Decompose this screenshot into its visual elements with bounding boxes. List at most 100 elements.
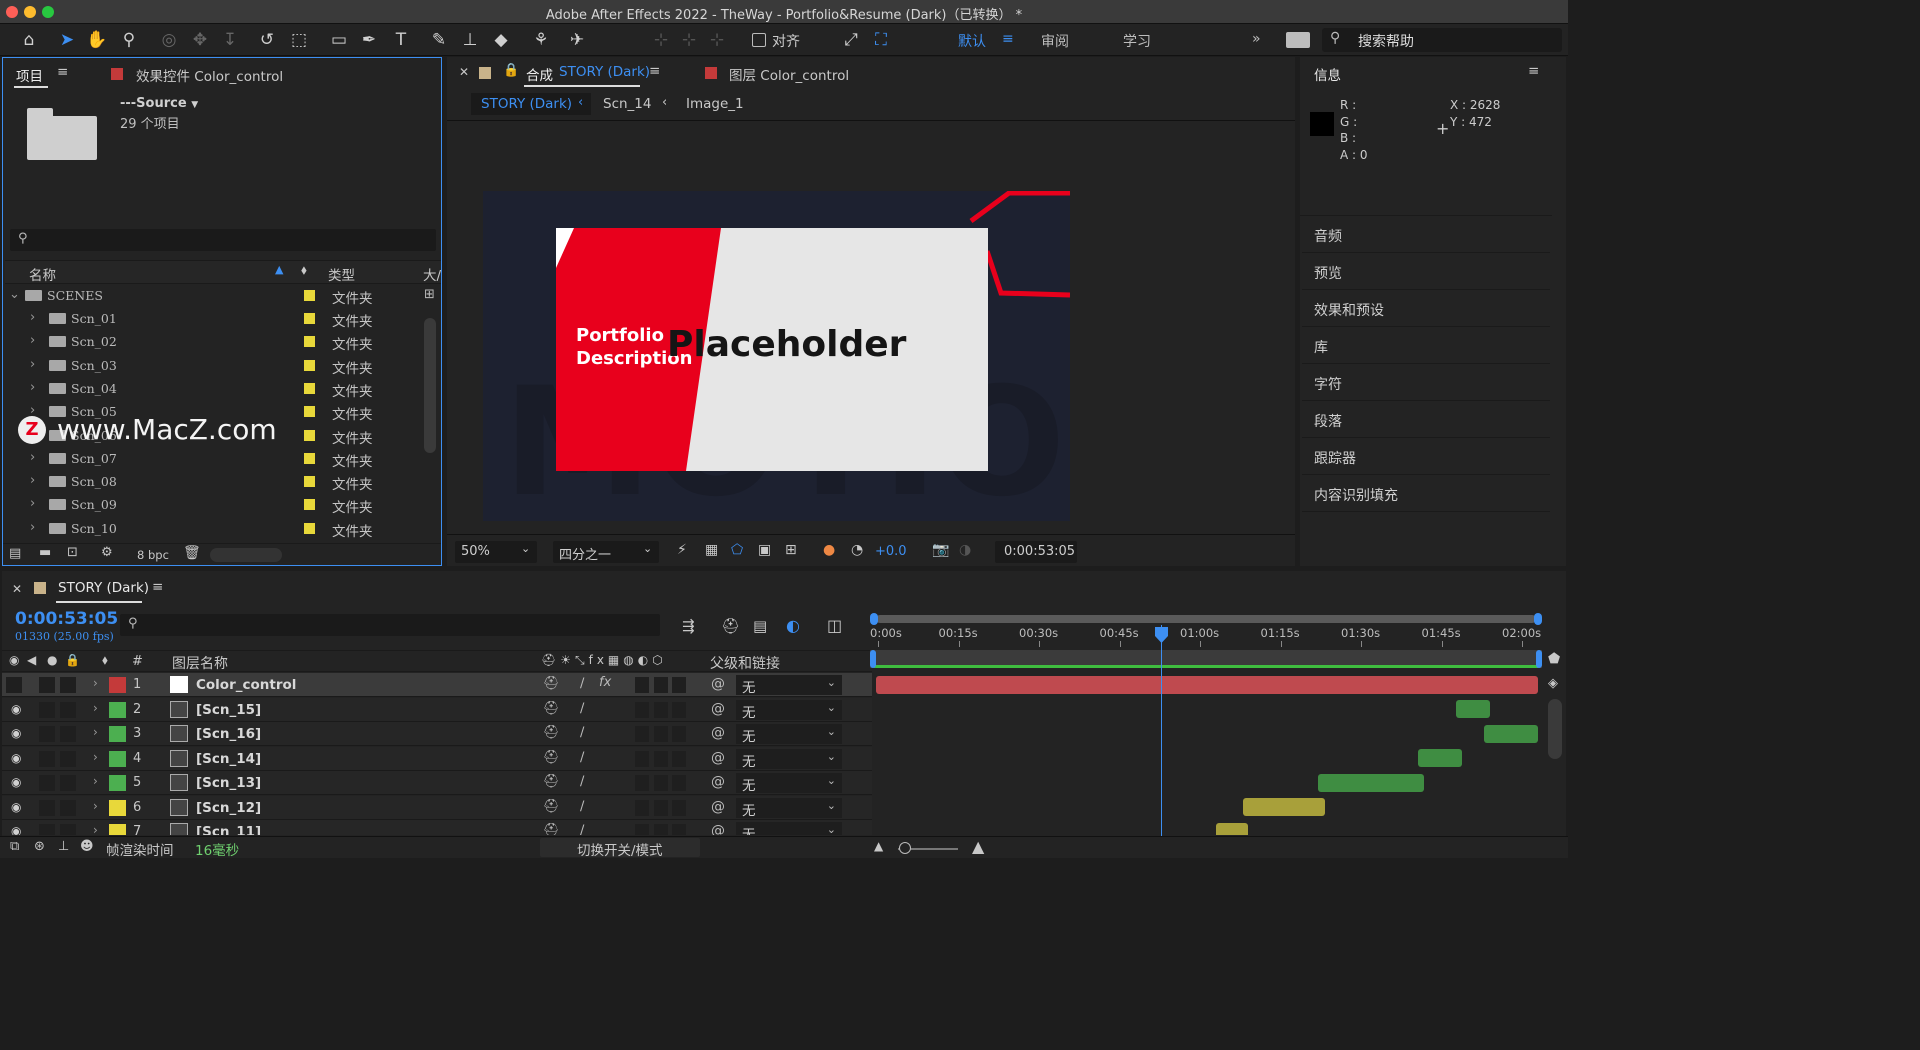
render-time-icon[interactable]: ☻ xyxy=(80,839,94,854)
dolly-camera-icon[interactable]: ↧ xyxy=(219,29,241,51)
comp-mini-flowchart-icon[interactable]: ⇶ xyxy=(682,617,695,635)
interpret-footage-icon[interactable]: ▤ xyxy=(9,546,21,561)
layer-label-color[interactable] xyxy=(109,726,126,742)
exposure-value[interactable]: +0.0 xyxy=(875,544,907,559)
anchor-tool-icon[interactable]: ⬚ xyxy=(288,29,310,51)
pick-whip-icon[interactable]: @ xyxy=(711,676,725,692)
axis-local-icon[interactable]: ⊹ xyxy=(650,29,672,51)
switch-box[interactable] xyxy=(654,677,668,693)
layer-bar-3[interactable] xyxy=(1484,725,1538,743)
work-area-start-handle[interactable] xyxy=(870,613,878,625)
switch-box[interactable] xyxy=(60,775,76,791)
pick-whip-icon[interactable]: @ xyxy=(711,823,725,835)
switch-box[interactable] xyxy=(672,701,686,718)
rotate-tool-icon[interactable]: ↺ xyxy=(256,29,278,51)
panel-section-7[interactable]: 内容识别填充 xyxy=(1302,476,1550,512)
eraser-tool-icon[interactable]: ◆ xyxy=(490,29,512,51)
new-composition-icon[interactable]: ⊡ xyxy=(67,545,78,560)
layer-label-color[interactable] xyxy=(109,750,126,767)
navigator-end-handle[interactable] xyxy=(1536,650,1542,668)
panel-section-6[interactable]: 跟踪器 xyxy=(1302,439,1550,475)
switch-box[interactable] xyxy=(672,750,686,767)
switch-box[interactable] xyxy=(635,701,649,718)
puppet-pin-icon[interactable]: ✈ xyxy=(566,29,588,51)
new-folder-icon[interactable]: ▬ xyxy=(39,545,51,560)
chevron-right-icon[interactable]: › xyxy=(93,750,98,764)
mask-visibility-icon[interactable]: ⬠ xyxy=(731,542,743,558)
shy-switch-icon[interactable]: ⛑ xyxy=(543,799,560,814)
workspace-learn[interactable]: 学习 xyxy=(1123,31,1151,51)
layer-bar-4[interactable] xyxy=(1418,749,1462,767)
thumbnail-size-slider[interactable] xyxy=(210,548,282,562)
layer-name[interactable]: [Scn_15] xyxy=(196,702,261,718)
project-row-scn_07[interactable]: › Scn_07 文件夹 xyxy=(7,447,439,470)
resolution-select[interactable]: 四分之一 ⌄ xyxy=(553,541,659,563)
switch-box[interactable] xyxy=(60,701,76,718)
layer-bar-1[interactable] xyxy=(876,676,1538,694)
switch-box[interactable] xyxy=(39,701,55,718)
switch-box[interactable] xyxy=(635,726,649,742)
switch-box[interactable] xyxy=(39,824,55,835)
chevron-right-icon[interactable]: › xyxy=(30,333,35,348)
parent-dropdown[interactable]: 无 ⌄ xyxy=(736,699,842,721)
navigator-bar[interactable] xyxy=(870,650,1542,668)
eye-icon[interactable]: ◉ xyxy=(11,702,21,716)
switch-box[interactable] xyxy=(635,824,649,835)
quality-switch-icon[interactable]: ∕ xyxy=(580,725,584,740)
layer-name[interactable]: Color_control xyxy=(196,677,296,693)
col-name[interactable]: 名称 xyxy=(29,264,56,284)
snap-options-icon[interactable]: ⤢ xyxy=(840,29,862,51)
orbit-camera-icon[interactable]: ◎ xyxy=(158,29,180,51)
switch-box[interactable] xyxy=(635,799,649,816)
timeline-layer-row[interactable]: ◉ › 5 [Scn_13] ⛑ ∕ @ 无 ⌄ xyxy=(2,771,872,795)
switch-box[interactable] xyxy=(654,750,668,767)
timeline-tab[interactable]: STORY (Dark) xyxy=(58,580,149,596)
close-tab-icon[interactable]: ✕ xyxy=(12,582,22,596)
roto-brush-icon[interactable]: ⚘ xyxy=(530,29,552,51)
layer-label-color[interactable] xyxy=(109,701,126,718)
source-name[interactable]: ---Source ▼ xyxy=(120,96,198,111)
eye-icon[interactable]: ◉ xyxy=(11,726,21,740)
parent-dropdown[interactable]: 无 ⌄ xyxy=(736,822,842,835)
breadcrumb-image1[interactable]: Image_1 xyxy=(686,96,744,112)
panel-menu-icon[interactable]: ≡ xyxy=(1528,63,1539,79)
tab-layer[interactable]: 图层 Color_control xyxy=(729,64,849,84)
layer-options-icon[interactable]: ⧉ xyxy=(10,839,19,854)
switch-box[interactable] xyxy=(39,799,55,816)
pick-whip-icon[interactable]: @ xyxy=(711,774,725,790)
axis-world-icon[interactable]: ⊹ xyxy=(678,29,700,51)
shy-switch-icon[interactable]: ⛑ xyxy=(543,676,560,691)
project-scrollbar[interactable] xyxy=(424,318,436,453)
mask-options-icon[interactable]: ⊛ xyxy=(34,839,45,854)
panel-menu-icon[interactable]: ≡ xyxy=(152,579,163,595)
chevron-right-icon[interactable]: › xyxy=(30,357,35,372)
timeline-layer-row[interactable]: ◉ › 2 [Scn_15] ⛑ ∕ @ 无 ⌄ xyxy=(2,697,872,722)
col-layer-name[interactable]: 图层名称 xyxy=(172,653,228,673)
panel-section-5[interactable]: 段落 xyxy=(1302,402,1550,438)
zoom-select[interactable]: 50% ⌄ xyxy=(455,541,537,563)
comp-marker-bin-icon[interactable]: ⬟ xyxy=(1548,651,1560,667)
switch-box[interactable] xyxy=(654,726,668,742)
comp-button-icon[interactable]: ◈ xyxy=(1548,676,1558,691)
video-toggle-off[interactable] xyxy=(6,677,22,693)
eye-icon[interactable]: ◉ xyxy=(11,751,21,765)
home-icon[interactable]: ⌂ xyxy=(18,29,40,51)
layer-name[interactable]: [Scn_14] xyxy=(196,751,261,767)
label-tag-icon[interactable]: ⬧ xyxy=(102,653,108,668)
close-tab-icon[interactable]: ✕ xyxy=(459,65,469,79)
breadcrumb-scn14[interactable]: Scn_14 xyxy=(603,96,651,112)
work-area-end-handle[interactable] xyxy=(1534,613,1542,625)
parent-dropdown[interactable]: 无 ⌄ xyxy=(736,748,842,770)
switch-box[interactable] xyxy=(39,726,55,742)
layer-bar-2[interactable] xyxy=(1456,700,1490,718)
switch-box[interactable] xyxy=(39,750,55,767)
chevron-down-icon[interactable]: ⌄ xyxy=(9,287,20,302)
layer-label-color[interactable] xyxy=(109,775,126,791)
region-of-interest-icon[interactable]: ▣ xyxy=(758,542,771,558)
layer-bar-7[interactable] xyxy=(1216,823,1248,835)
switch-box[interactable] xyxy=(60,677,76,693)
chevron-right-icon[interactable]: › xyxy=(93,676,98,690)
project-row-scn_08[interactable]: › Scn_08 文件夹 xyxy=(7,470,439,493)
trash-icon[interactable]: 🗑 xyxy=(183,545,201,561)
work-area-bar[interactable] xyxy=(870,613,1542,625)
